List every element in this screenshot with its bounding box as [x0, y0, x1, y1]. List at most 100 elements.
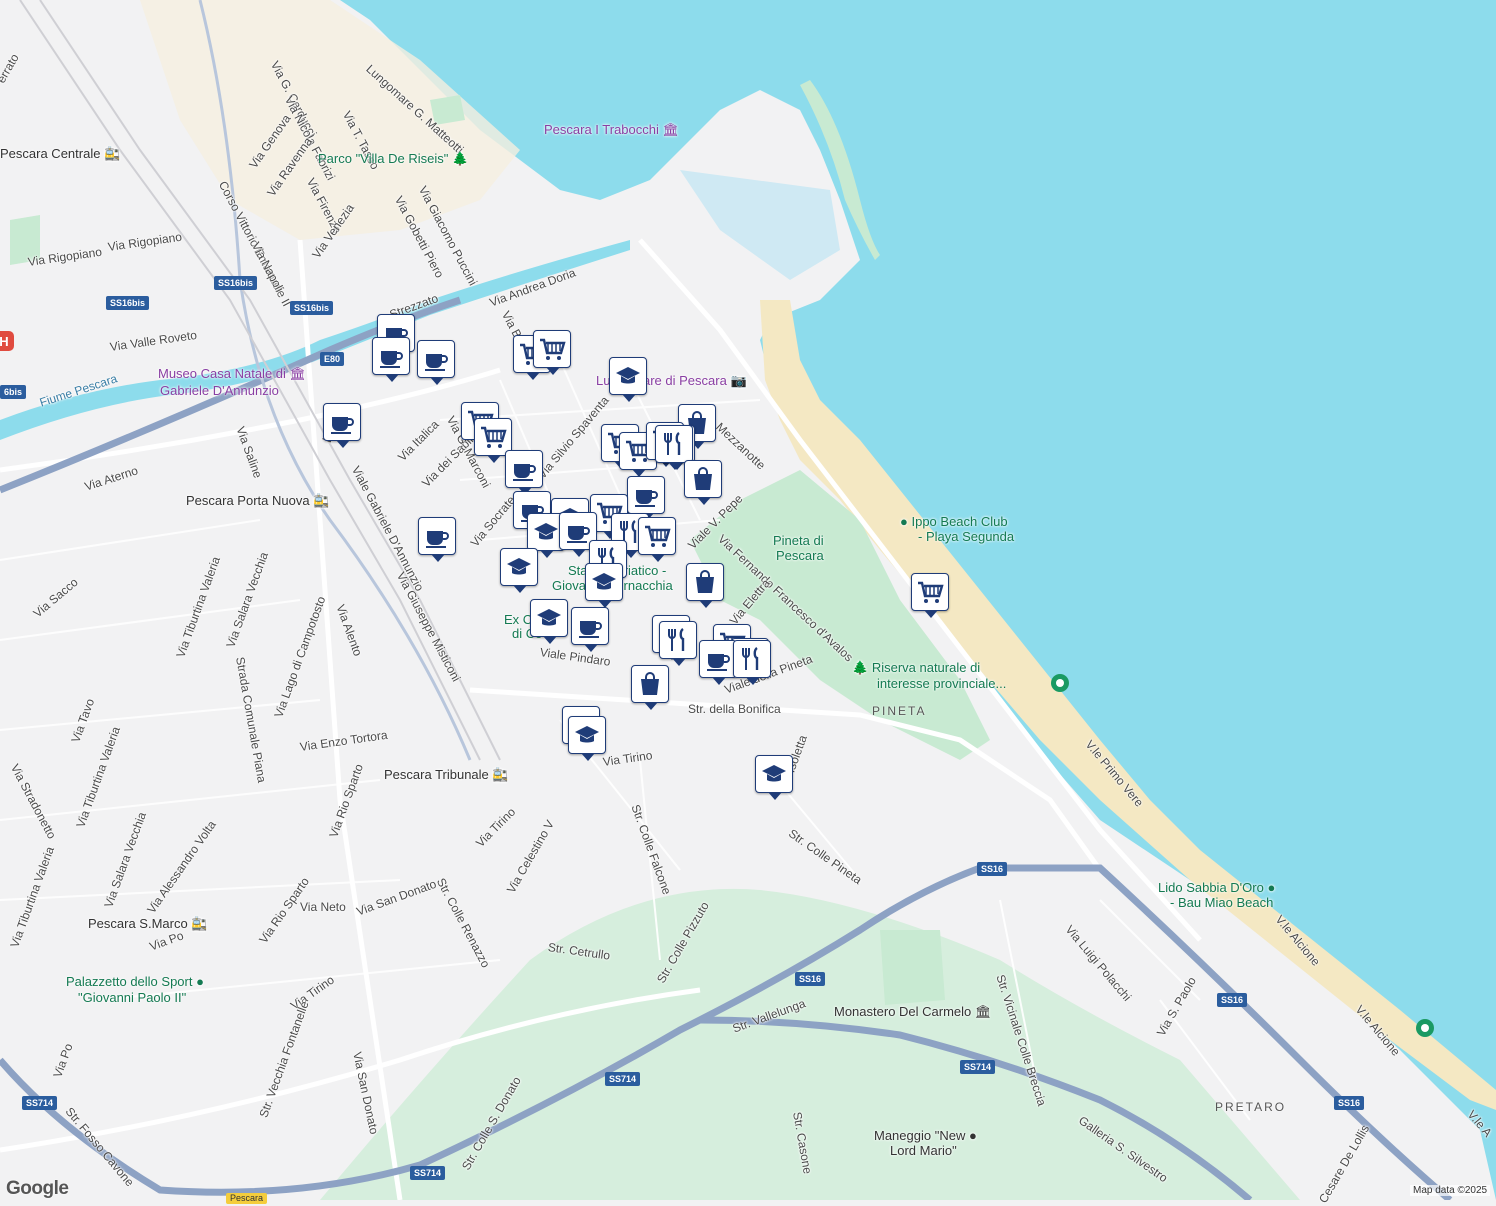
- map-marker-bag[interactable]: [684, 460, 722, 505]
- museum-icon: 🏛: [289, 366, 307, 381]
- map-marker-coffee[interactable]: [417, 340, 455, 385]
- poi-trabocchi[interactable]: Pescara I Trabocchi 🏛: [544, 122, 679, 138]
- map-marker-coffee[interactable]: [699, 640, 737, 685]
- poi-label: Ex C: [504, 612, 533, 627]
- map-marker-fork[interactable]: [655, 425, 693, 470]
- poi-label: Gabriele D'Annunzio: [160, 383, 279, 398]
- svg-text:H: H: [0, 334, 9, 349]
- road-shield: 6bis: [0, 385, 27, 399]
- poi-label: Parco "Villa De Riseis": [318, 151, 449, 166]
- map-data-attribution[interactable]: Map data ©2025: [1410, 1185, 1491, 1196]
- road-shield: SS714: [605, 1072, 641, 1086]
- museum-icon: 🏛: [974, 1004, 992, 1019]
- map-marker-coffee[interactable]: [323, 403, 361, 448]
- road-shield: SS714: [960, 1060, 996, 1074]
- road-shield: SS16: [1217, 993, 1248, 1007]
- poi-riserva[interactable]: 🌲 Riserva naturale di: [852, 660, 980, 676]
- poi-pescara-centrale[interactable]: Pescara Centrale 🚉: [0, 146, 120, 162]
- poi-maneggio-line2: Lord Mario": [890, 1143, 957, 1158]
- pin-icon: ●: [1267, 880, 1276, 895]
- poi-villa-de-riseis[interactable]: Parco "Villa De Riseis" 🌲: [318, 151, 468, 167]
- road-shield: SS16bis: [214, 276, 258, 290]
- poi-museo-dannunzio[interactable]: Museo Casa Natale di 🏛: [158, 366, 306, 382]
- poi-label: Ippo Beach Club: [911, 514, 1008, 529]
- train-icon: 🚉: [313, 493, 330, 508]
- map-marker-coffee[interactable]: [571, 607, 609, 652]
- poi-label: Lord Mario": [890, 1143, 957, 1158]
- poi-san-marco[interactable]: Pescara S.Marco 🚉: [88, 916, 208, 932]
- poi-tribunale[interactable]: Pescara Tribunale 🚉: [384, 767, 509, 783]
- map-marker-bag[interactable]: [631, 665, 669, 710]
- map-marker-school[interactable]: [530, 599, 568, 644]
- poi-label: Pescara: [776, 548, 824, 563]
- map-marker-fork[interactable]: [733, 640, 771, 685]
- map-marker-coffee[interactable]: [505, 450, 543, 495]
- road-shield: E80: [320, 352, 345, 366]
- poi-label: "Giovanni Paolo II": [78, 990, 187, 1005]
- poi-pineta-label-line2: Pescara: [776, 548, 824, 563]
- map-marker-cart[interactable]: [911, 573, 949, 618]
- area-label-pretaro: PRETARO: [1215, 1100, 1287, 1114]
- map-marker-coffee[interactable]: [418, 517, 456, 562]
- poi-label: interesse provinciale...: [877, 676, 1007, 691]
- poi-ex-co[interactable]: Ex C: [504, 612, 532, 627]
- map-marker-school[interactable]: [500, 548, 538, 593]
- tree-icon: 🌲: [852, 660, 869, 675]
- road-shield: SS16: [1334, 1096, 1365, 1110]
- road-shield: SS16: [977, 862, 1008, 876]
- map-base-layer: [0, 0, 1496, 1203]
- train-icon: 🚉: [104, 146, 121, 161]
- poi-label: Maneggio "New: [874, 1128, 966, 1143]
- map-marker-school[interactable]: [585, 563, 623, 608]
- poi-label: - Playa Segunda: [918, 529, 1015, 544]
- map-marker-school[interactable]: [755, 755, 793, 800]
- poi-label: Pescara Centrale: [0, 146, 101, 161]
- poi-palazzetto-line2: "Giovanni Paolo II": [78, 990, 186, 1005]
- pin-icon[interactable]: [1415, 1018, 1435, 1038]
- poi-porta-nuova[interactable]: Pescara Porta Nuova 🚉: [186, 493, 329, 509]
- google-logo: Google: [6, 1178, 69, 1199]
- road-shield: SS714: [22, 1096, 58, 1110]
- museum-icon: 🏛: [662, 122, 680, 137]
- poi-lido-sabbia-line2: - Bau Miao Beach: [1170, 895, 1273, 910]
- poi-monastero[interactable]: Monastero Del Carmelo 🏛: [834, 1004, 991, 1020]
- pin-icon: ●: [968, 1128, 977, 1143]
- poi-museo-dannunzio-line2: Gabriele D'Annunzio: [160, 383, 279, 398]
- road-shield: SS16bis: [290, 301, 334, 315]
- map-marker-fork[interactable]: [659, 621, 697, 666]
- pin-icon[interactable]: [1050, 673, 1070, 693]
- poi-label: Pescara I Trabocchi: [544, 122, 659, 137]
- road-shield: SS16: [795, 972, 826, 986]
- poi-ippo-beach-line2: - Playa Segunda: [918, 529, 1014, 544]
- hospital-icon[interactable]: H: [0, 331, 14, 351]
- poi-label: Monastero Del Carmelo: [834, 1004, 972, 1019]
- map-marker-coffee[interactable]: [372, 337, 410, 382]
- poi-lido-sabbia[interactable]: Lido Sabbia D'Oro ●: [1158, 880, 1275, 895]
- poi-label: Pescara Porta Nuova: [186, 493, 310, 508]
- train-icon: 🚉: [492, 767, 509, 782]
- poi-palazzetto[interactable]: Palazzetto dello Sport ●: [66, 974, 204, 989]
- road-shield: SS714: [410, 1166, 446, 1180]
- map-canvas[interactable]: Via G. Carducci Via Nicola Fabrizi Via T…: [0, 0, 1496, 1206]
- poi-label: Pineta di: [773, 533, 824, 548]
- map-marker-cart[interactable]: [533, 330, 571, 375]
- area-label-pineta: PINETA: [872, 704, 927, 718]
- map-marker-school[interactable]: [609, 357, 647, 402]
- poi-label: Riserva naturale di: [871, 660, 981, 675]
- map-marker-school[interactable]: [568, 716, 606, 761]
- pin-icon: ●: [196, 974, 204, 989]
- train-icon: 🚉: [191, 916, 208, 931]
- road-shield: SS16bis: [106, 296, 150, 310]
- poi-ippo-beach[interactable]: ● Ippo Beach Club: [900, 514, 1008, 529]
- tree-icon: 🌲: [452, 151, 469, 166]
- poi-label: Museo Casa Natale di: [158, 366, 286, 381]
- poi-maneggio[interactable]: Maneggio "New ●: [874, 1128, 977, 1143]
- pin-icon: ●: [900, 514, 908, 529]
- map-marker-bag[interactable]: [686, 563, 724, 608]
- road-shield-yellow: Pescara: [226, 1193, 268, 1204]
- poi-riserva-line2: interesse provinciale...: [877, 676, 1006, 691]
- poi-label: Palazzetto dello Sport: [66, 974, 193, 989]
- map-marker-coffee[interactable]: [627, 476, 665, 521]
- map-marker-cart[interactable]: [638, 517, 676, 562]
- camera-icon: 📷: [730, 373, 747, 388]
